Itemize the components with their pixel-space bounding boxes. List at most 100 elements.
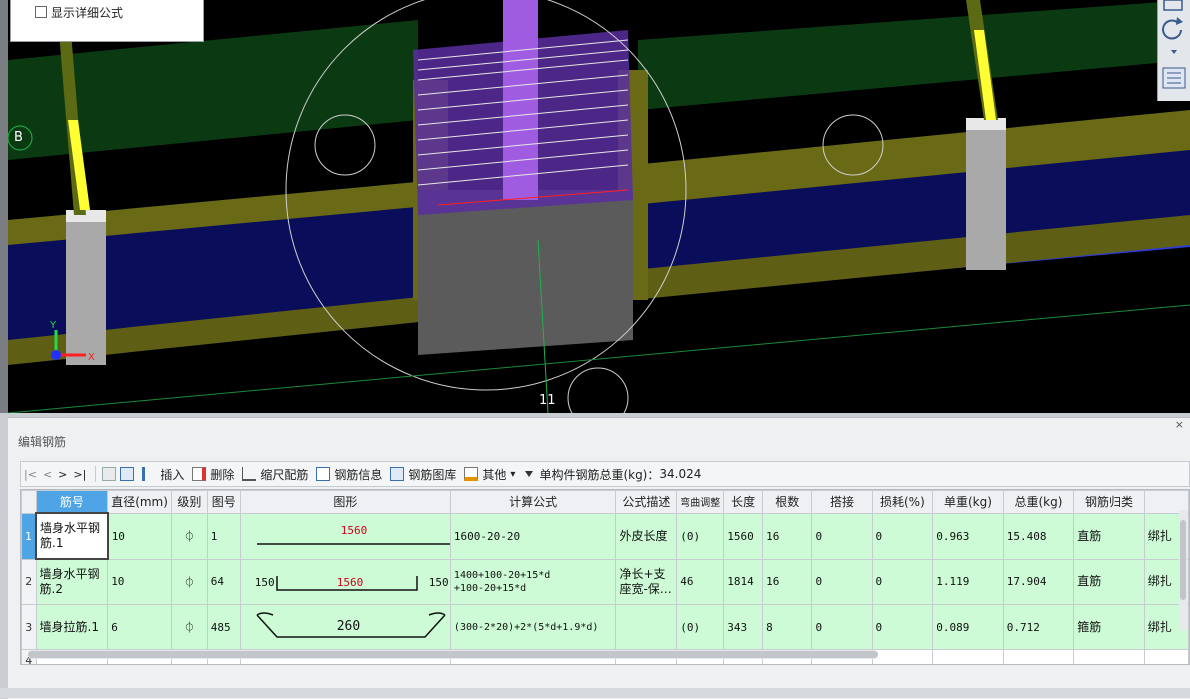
cell-grade[interactable]: ⏀ bbox=[170, 604, 208, 650]
header-bend-adjust[interactable]: 弯曲调整 bbox=[676, 490, 725, 514]
last-record-button[interactable]: >| bbox=[73, 468, 86, 481]
other-button[interactable]: 其他 ▾ bbox=[464, 466, 515, 483]
insert-icon bbox=[142, 467, 156, 481]
cell-length[interactable]: 1560 bbox=[723, 512, 764, 560]
other-icon bbox=[464, 467, 479, 481]
shape-length-label: 1560 bbox=[340, 523, 368, 537]
cell-diameter[interactable]: 10 bbox=[107, 512, 172, 560]
cell-count[interactable]: 16 bbox=[762, 512, 813, 560]
first-record-button[interactable]: |< bbox=[24, 468, 37, 481]
box-view-icon[interactable] bbox=[1163, 0, 1183, 11]
cell-name[interactable]: 墙身水平钢筋.1 bbox=[35, 512, 109, 560]
header-shape[interactable]: 图形 bbox=[239, 490, 451, 514]
cell-total-weight[interactable]: 0.712 bbox=[1002, 604, 1075, 650]
axis-label-b: B bbox=[14, 130, 23, 145]
table-row[interactable]: 2 墙身水平钢筋.2 10 ⏀ 64 150 1560 150 1400+100… bbox=[21, 558, 1189, 605]
cell-diameter[interactable]: 6 bbox=[107, 604, 172, 650]
header-grade[interactable]: 级别 bbox=[170, 490, 208, 514]
header-lap[interactable]: 搭接 bbox=[811, 490, 873, 514]
cell-figure-no[interactable]: 1 bbox=[206, 512, 241, 560]
shape-right-hook-label: 150 bbox=[428, 575, 449, 589]
cell-formula[interactable]: 1600-20-20 bbox=[449, 512, 617, 560]
cell-category[interactable]: 直筋 bbox=[1073, 512, 1145, 560]
move-down-icon[interactable] bbox=[120, 467, 135, 481]
cell-loss[interactable]: 0 bbox=[871, 512, 934, 560]
header-formula-desc[interactable]: 公式描述 bbox=[615, 490, 678, 514]
header-formula[interactable]: 计算公式 bbox=[449, 490, 617, 514]
rebar-library-button[interactable]: 钢筋图库 bbox=[390, 466, 456, 483]
header-loss[interactable]: 损耗(%) bbox=[871, 490, 934, 514]
edit-rebar-panel: 编辑钢筋 × |< < > >| 插入 删除 缩尺配筋 钢筋信息 钢筋图库 其他… bbox=[8, 417, 1190, 699]
cell-length[interactable]: 1814 bbox=[723, 558, 764, 605]
cell-shape[interactable]: 260 bbox=[239, 604, 451, 650]
show-detail-formula-checkbox[interactable] bbox=[35, 6, 47, 18]
cell-diameter[interactable]: 10 bbox=[107, 558, 172, 605]
cell-shape[interactable]: 1560 bbox=[239, 512, 451, 560]
cell-category[interactable]: 箍筋 bbox=[1073, 604, 1145, 650]
cell-lap[interactable]: 0 bbox=[811, 512, 873, 560]
chevron-down-icon[interactable] bbox=[1171, 50, 1177, 54]
table-row[interactable]: 3 墙身拉筋.1 6 ⏀ 485 260 (300-2*20)+2*(5*d+1… bbox=[21, 604, 1189, 650]
ruler-rebar-button[interactable]: 缩尺配筋 bbox=[242, 466, 308, 483]
3d-viewport[interactable]: B 11 Y X bbox=[8, 0, 1190, 413]
axis-label-11: 11 bbox=[539, 393, 556, 408]
cell-figure-no[interactable]: 485 bbox=[206, 604, 241, 650]
cell-loss[interactable]: 0 bbox=[871, 558, 934, 605]
cell-bend-adjust[interactable]: (0) bbox=[676, 604, 725, 650]
cell-name[interactable]: 墙身拉筋.1 bbox=[35, 604, 109, 650]
delete-icon bbox=[192, 467, 207, 481]
header-diameter[interactable]: 直径(mm) bbox=[107, 490, 172, 514]
header-count[interactable]: 根数 bbox=[762, 490, 813, 514]
cell-total-weight[interactable]: 17.904 bbox=[1002, 558, 1075, 605]
cell-grade[interactable]: ⏀ bbox=[170, 558, 208, 605]
cell-loss[interactable]: 0 bbox=[871, 604, 934, 650]
cell-formula[interactable]: 1400+100-20+15*d +100-20+15*d bbox=[449, 558, 617, 605]
cell-count[interactable]: 8 bbox=[762, 604, 813, 650]
cell-formula-desc[interactable] bbox=[615, 604, 678, 650]
header-unit-weight[interactable]: 单重(kg) bbox=[932, 490, 1004, 514]
header-length[interactable]: 长度 bbox=[723, 490, 764, 514]
axis-y-label: Y bbox=[50, 320, 57, 331]
cell-grade[interactable]: ⏀ bbox=[170, 512, 208, 560]
cell-bend-adjust[interactable]: 46 bbox=[676, 558, 725, 605]
delete-button[interactable]: 删除 bbox=[192, 466, 234, 483]
ruler-icon bbox=[242, 467, 257, 481]
header-figure-no[interactable]: 图号 bbox=[206, 490, 241, 514]
row-number: 2 bbox=[21, 558, 37, 605]
cell-category[interactable]: 直筋 bbox=[1073, 558, 1145, 605]
close-icon[interactable]: × bbox=[1175, 418, 1184, 431]
cell-figure-no[interactable]: 64 bbox=[206, 558, 241, 605]
display-options: 显示详细公式 bbox=[10, 0, 204, 42]
prev-record-button[interactable]: < bbox=[43, 468, 52, 481]
horizontal-scrollbar[interactable] bbox=[28, 650, 878, 659]
header-total-weight[interactable]: 总重(kg) bbox=[1002, 490, 1075, 514]
cell-bend-adjust[interactable]: (0) bbox=[676, 512, 725, 560]
cell-total-weight[interactable]: 15.408 bbox=[1002, 512, 1075, 560]
cell-formula-desc[interactable]: 净长+支座宽-保… bbox=[615, 558, 678, 605]
next-record-button[interactable]: > bbox=[58, 468, 67, 481]
status-bar bbox=[0, 688, 1190, 698]
rebar-info-button[interactable]: 钢筋信息 bbox=[316, 466, 382, 483]
model-view bbox=[8, 0, 1190, 413]
move-up-icon[interactable] bbox=[102, 467, 117, 481]
cell-formula[interactable]: (300-2*20)+2*(5*d+1.9*d) bbox=[449, 604, 617, 650]
header-name[interactable]: 筋号 bbox=[35, 490, 109, 514]
cell-lap[interactable]: 0 bbox=[811, 558, 873, 605]
cell-formula-desc[interactable]: 外皮长度 bbox=[615, 512, 678, 560]
cell-length[interactable]: 343 bbox=[723, 604, 764, 650]
shape-length-label: 1560 bbox=[336, 575, 364, 589]
header-category[interactable]: 钢筋归类 bbox=[1073, 490, 1145, 514]
insert-button[interactable]: 插入 bbox=[142, 466, 184, 483]
document-icon bbox=[316, 467, 331, 481]
axis-x-label: X bbox=[88, 352, 95, 363]
cell-lap[interactable]: 0 bbox=[811, 604, 873, 650]
cell-unit-weight[interactable]: 0.963 bbox=[932, 512, 1004, 560]
cell-count[interactable]: 16 bbox=[762, 558, 813, 605]
vertical-scrollbar[interactable] bbox=[1179, 510, 1187, 630]
cell-unit-weight[interactable]: 1.119 bbox=[932, 558, 1004, 605]
weight-arrow-icon bbox=[525, 471, 534, 477]
cell-name[interactable]: 墙身水平钢筋.2 bbox=[35, 558, 109, 605]
cell-shape[interactable]: 150 1560 150 bbox=[239, 558, 451, 605]
cell-unit-weight[interactable]: 0.089 bbox=[932, 604, 1004, 650]
table-row[interactable]: 1 墙身水平钢筋.1 10 ⏀ 1 1560 1600-20-20 外皮长度 (… bbox=[21, 512, 1189, 560]
